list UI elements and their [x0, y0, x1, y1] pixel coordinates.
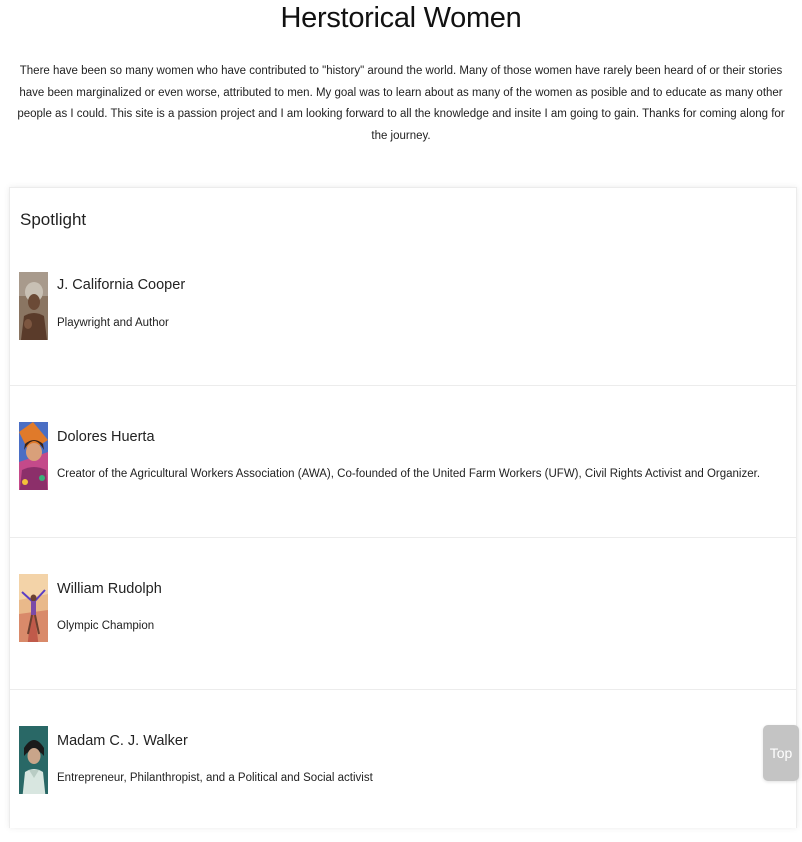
spotlight-item-name[interactable]: J. California Cooper [57, 277, 185, 293]
spotlight-item-name[interactable]: Dolores Huerta [57, 429, 155, 445]
portrait-photo-icon[interactable] [19, 272, 48, 340]
spotlight-item[interactable]: William Rudolph Olympic Champion [10, 537, 796, 690]
spotlight-title: Spotlight [20, 210, 87, 229]
intro-text: There have been so many women who have c… [17, 65, 785, 142]
portrait-photo-icon[interactable] [19, 726, 48, 794]
spotlight-item-description: Olympic Champion [57, 620, 155, 632]
portrait-painting-icon[interactable] [19, 422, 48, 490]
spotlight-item[interactable]: J. California Cooper Playwright and Auth… [10, 232, 796, 384]
spotlight-item-description: Playwright and Author [57, 317, 169, 329]
spotlight-item-name[interactable]: William Rudolph [57, 581, 162, 597]
spotlight-item-description: Entrepreneur, Philanthropist, and a Poli… [57, 772, 373, 784]
spotlight-item-description: Creator of the Agricultural Workers Asso… [57, 468, 761, 480]
page-title: Herstorical Women [280, 2, 522, 34]
scroll-to-top-button[interactable]: Top [763, 725, 799, 781]
spotlight-card: Spotlight J. California Cooper Playwrigh… [9, 187, 797, 828]
spotlight-item[interactable]: Dolores Huerta Creator of the Agricultur… [10, 385, 796, 538]
spotlight-item-name[interactable]: Madam C. J. Walker [57, 733, 188, 749]
spotlight-item[interactable]: Madam C. J. Walker Entrepreneur, Philant… [10, 689, 796, 842]
runner-illustration-icon[interactable] [19, 574, 48, 642]
